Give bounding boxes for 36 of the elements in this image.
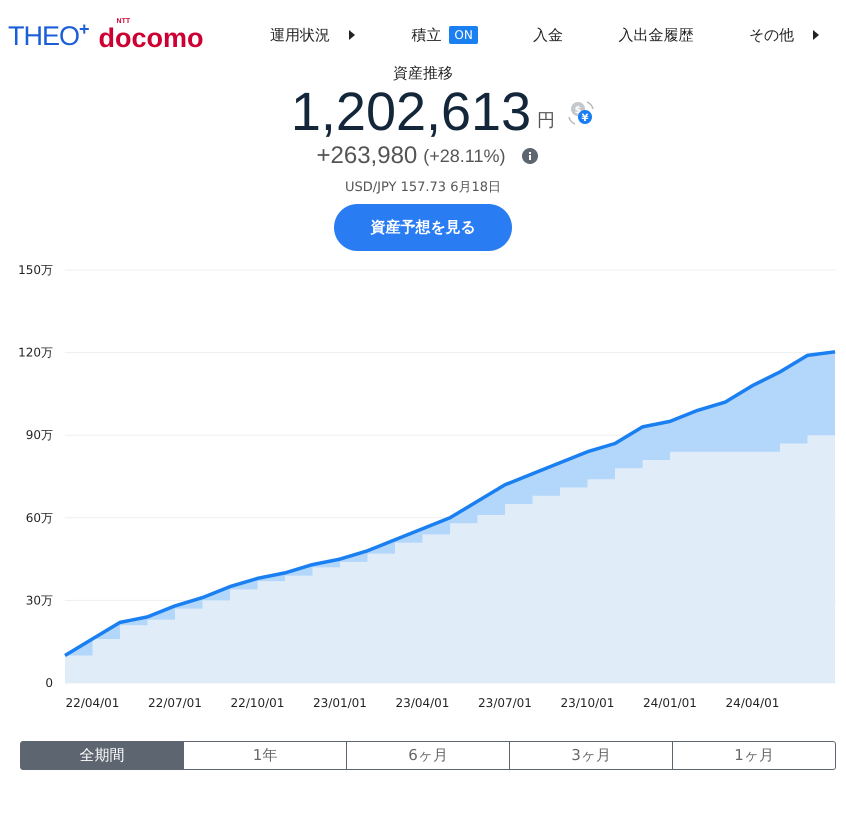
nav-link[interactable]: 積立 ON (411, 26, 478, 44)
y-axis-label: 0 (45, 676, 53, 690)
caret-icon (812, 29, 820, 41)
x-axis-label: 22/04/01 (66, 696, 120, 710)
gain-percent: (+28.11%) (423, 146, 506, 167)
y-axis-label: 150万 (18, 263, 53, 278)
x-axis-label: 24/04/01 (726, 696, 780, 710)
range-tab[interactable]: 全期間 (20, 741, 184, 770)
x-axis-label: 23/07/01 (478, 696, 532, 710)
nav-link[interactable]: 入金 (533, 26, 564, 44)
y-axis-label: 90万 (26, 428, 53, 443)
nav-link[interactable]: その他 (748, 26, 820, 44)
nav-link[interactable]: 運用状況 (270, 26, 356, 44)
brand-logo: THEO$^{+}$ (8, 18, 89, 52)
caret-icon (348, 29, 356, 41)
x-axis-label: 23/01/01 (313, 696, 367, 710)
forecast-button[interactable]: 資産予想を見る (334, 204, 512, 252)
x-axis-label: 24/01/01 (643, 696, 697, 710)
section-title: 資産推移 (393, 64, 453, 83)
gain-amount: +263,980 (316, 142, 418, 170)
y-axis-label: 60万 (26, 511, 53, 526)
x-axis-label: 23/10/01 (560, 696, 614, 710)
range-tab[interactable]: 1ヶ月 (672, 741, 836, 770)
info-icon[interactable] (522, 148, 538, 164)
total-amount: 1,202,613 (290, 83, 532, 142)
exchange-rate: USD/JPY 157.73 6月18日 (344, 179, 502, 196)
y-axis-label: 30万 (26, 594, 53, 608)
x-axis-label: 22/07/01 (148, 696, 202, 710)
range-tab[interactable]: 6ヶ月 (346, 741, 510, 770)
range-tab[interactable]: 3ヶ月 (509, 741, 673, 770)
currency-unit: 円 (537, 109, 556, 132)
x-axis-label: 22/10/01 (230, 696, 284, 710)
x-axis-label: 23/04/01 (396, 696, 450, 710)
range-tab[interactable]: 1年 (183, 741, 347, 770)
y-axis-label: 120万 (18, 346, 53, 360)
nav-link[interactable]: 入出金履歴 (618, 26, 694, 44)
